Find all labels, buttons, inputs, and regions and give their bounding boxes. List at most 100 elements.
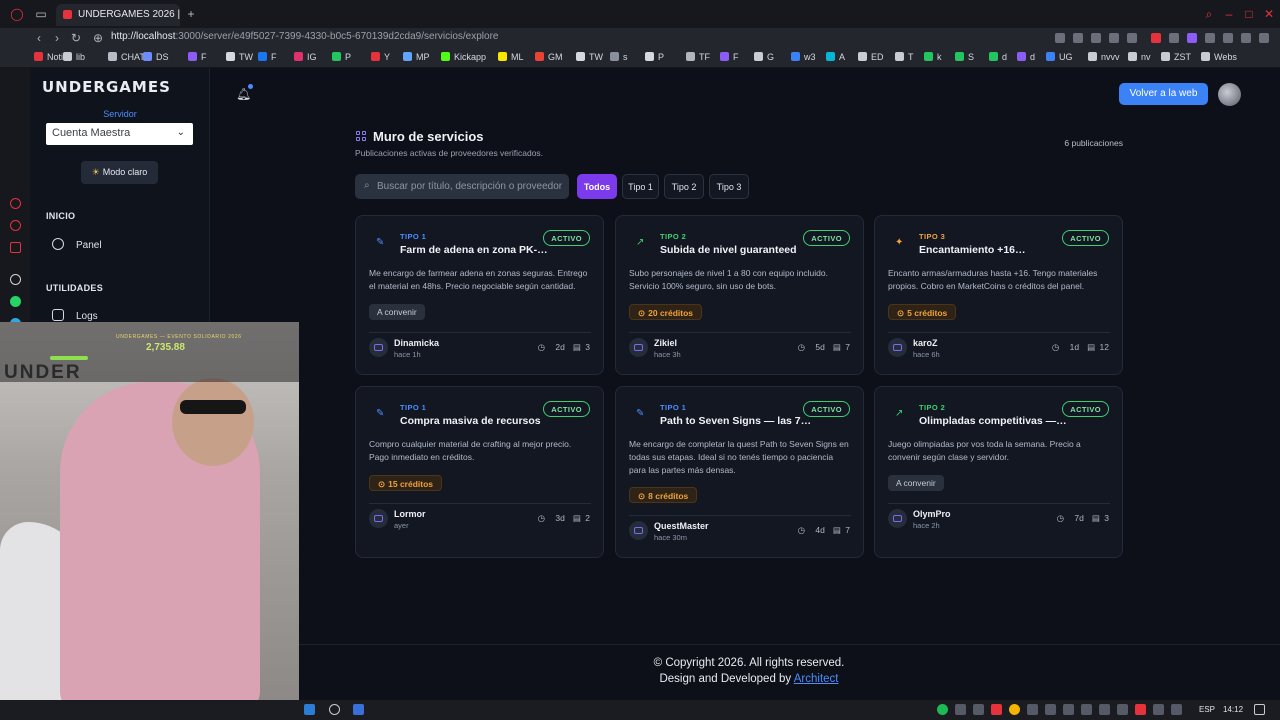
provider-name[interactable]: Zikiel (654, 338, 677, 348)
steam-icon[interactable] (1153, 704, 1164, 715)
bookmark-item[interactable]: ZST (1161, 52, 1191, 62)
tab-menu-icon[interactable]: ▭ (34, 7, 48, 21)
bookmark-item[interactable]: nv (1128, 52, 1151, 62)
avatar[interactable] (1218, 83, 1241, 106)
tray-icon[interactable] (1099, 704, 1110, 715)
browser-tab[interactable]: UNDERGAMES 2026 | Acc (56, 4, 180, 26)
extension-icon[interactable] (1109, 33, 1119, 43)
provider-name[interactable]: QuestMaster (654, 521, 709, 531)
sidebar-item-panel[interactable]: Panel (52, 238, 192, 258)
extension-icon[interactable] (1205, 33, 1215, 43)
volume-icon[interactable] (1117, 704, 1128, 715)
minimize-icon[interactable]: – (1222, 7, 1236, 21)
forward-arrow-icon[interactable]: › (55, 31, 59, 45)
tray-icon[interactable] (1027, 704, 1038, 715)
vscode-icon[interactable] (304, 704, 315, 715)
bookmark-item[interactable]: ML (498, 52, 524, 62)
extension-icon[interactable] (1073, 33, 1083, 43)
bookmark-item[interactable]: G (754, 52, 774, 62)
bookmark-item[interactable]: MP (403, 52, 430, 62)
bookmark-item[interactable]: IG (294, 52, 317, 62)
search-input[interactable] (377, 178, 565, 195)
service-card[interactable]: ✎ TIPO 1 Farm de adena en zona PK-… ACTIVO M… (355, 215, 604, 375)
tray-icon[interactable] (1081, 704, 1092, 715)
bookmark-item[interactable]: w3 (791, 52, 816, 62)
reload-icon[interactable]: ↻ (71, 31, 81, 45)
service-card[interactable]: ✎ TIPO 1 Path to Seven Signs — las 7… ACTIV… (615, 386, 864, 558)
bell-icon[interactable]: 🔔︎ (236, 87, 251, 101)
tray-icon[interactable] (955, 704, 966, 715)
bookmark-item[interactable]: d (1017, 52, 1035, 62)
bookmark-item[interactable]: TW (576, 52, 603, 62)
site-info-icon[interactable]: ⊕ (93, 31, 103, 45)
service-card[interactable]: ✦ TIPO 3 Encantamiento +16… ACTIVO Encanto a… (874, 215, 1123, 375)
keyboard-language[interactable]: ESP (1199, 705, 1215, 714)
spotify-icon[interactable] (937, 704, 948, 715)
whatsapp-icon[interactable] (10, 296, 21, 307)
bookmark-item[interactable]: P (332, 52, 351, 62)
bookmark-item[interactable]: UG (1046, 52, 1073, 62)
opera-logo-icon[interactable]: ◯ (10, 7, 24, 21)
bookmark-item[interactable]: A (826, 52, 845, 62)
bookmark-item[interactable]: F (188, 52, 207, 62)
tray-icon[interactable] (973, 704, 984, 715)
service-card[interactable]: ↗ TIPO 2 Olimpladas competitivas —… ACTIVO J… (874, 386, 1123, 558)
extension-icon[interactable] (1169, 33, 1179, 43)
bookmark-item[interactable]: GM (535, 52, 563, 62)
back-to-web-button[interactable]: Volver a la web (1119, 83, 1208, 105)
browser-menu-icon[interactable] (1259, 33, 1269, 43)
bookmark-item[interactable]: Webs (1201, 52, 1237, 62)
tray-icon[interactable] (1171, 704, 1182, 715)
search-tabs-icon[interactable]: ⌕ (1202, 7, 1216, 21)
clock[interactable]: 14:12 (1223, 705, 1243, 714)
bookmark-item[interactable]: Notif (34, 52, 66, 62)
bookmark-item[interactable]: S (955, 52, 974, 62)
provider-name[interactable]: Dinamicka (394, 338, 439, 348)
tray-icon[interactable] (1045, 704, 1056, 715)
bookmark-item[interactable]: DS (143, 52, 169, 62)
tray-icon[interactable] (1009, 704, 1020, 715)
bookmark-item[interactable]: nvvv (1088, 52, 1120, 62)
maximize-icon[interactable]: □ (1242, 7, 1256, 21)
bookmark-item[interactable]: TW (226, 52, 253, 62)
provider-name[interactable]: OlymPro (913, 509, 951, 519)
service-card[interactable]: ↗ TIPO 2 Subida de nivel guaranteed ACTIVO S… (615, 215, 864, 375)
bookmark-item[interactable]: s (610, 52, 628, 62)
bookmark-item[interactable]: d (989, 52, 1007, 62)
extension-icon[interactable] (1187, 33, 1197, 43)
download-icon[interactable] (1241, 33, 1251, 43)
bookmark-item[interactable]: TF (686, 52, 710, 62)
bookmark-item[interactable]: P (645, 52, 664, 62)
bookmark-item[interactable]: Kickapp (441, 52, 486, 62)
extension-icon[interactable] (1127, 33, 1137, 43)
filter-tipo-3[interactable]: Tipo 3 (709, 174, 749, 199)
bookmark-item[interactable]: CHAT (108, 52, 145, 62)
bookmark-item[interactable]: ED (858, 52, 884, 62)
bookmark-item[interactable]: Y (371, 52, 390, 62)
new-tab-icon[interactable]: + (184, 7, 198, 21)
filter-todos[interactable]: Todos (577, 174, 617, 199)
back-arrow-icon[interactable]: ‹ (37, 31, 41, 45)
undergames-logo[interactable]: UNDERGAMES (42, 78, 171, 96)
chatgpt-icon[interactable] (10, 274, 21, 285)
bookmark-item[interactable]: lib (63, 52, 85, 62)
server-select[interactable]: Cuenta Maestra ⌄ (46, 123, 193, 145)
filter-tipo-2[interactable]: Tipo 2 (664, 174, 704, 199)
gx-control-icon[interactable] (10, 220, 21, 231)
provider-name[interactable]: karoZ (913, 338, 938, 348)
extension-icon[interactable] (1091, 33, 1101, 43)
filter-tipo-1[interactable]: Tipo 1 (622, 174, 659, 199)
app-icon[interactable] (329, 704, 340, 715)
extension-icon[interactable] (1055, 33, 1065, 43)
player-icon[interactable] (10, 242, 21, 253)
provider-name[interactable]: Lormor (394, 509, 426, 519)
bookmark-item[interactable]: k (924, 52, 942, 62)
aria-icon[interactable] (10, 198, 21, 209)
bookmark-item[interactable]: T (895, 52, 914, 62)
tray-icon[interactable] (1063, 704, 1074, 715)
extension-icon[interactable] (1223, 33, 1233, 43)
bookmark-item[interactable]: F (258, 52, 277, 62)
architect-link[interactable]: Architect (794, 673, 839, 685)
tray-icon[interactable] (991, 704, 1002, 715)
url-field[interactable]: http://localhost:3000/server/e49f5027-73… (111, 31, 498, 42)
